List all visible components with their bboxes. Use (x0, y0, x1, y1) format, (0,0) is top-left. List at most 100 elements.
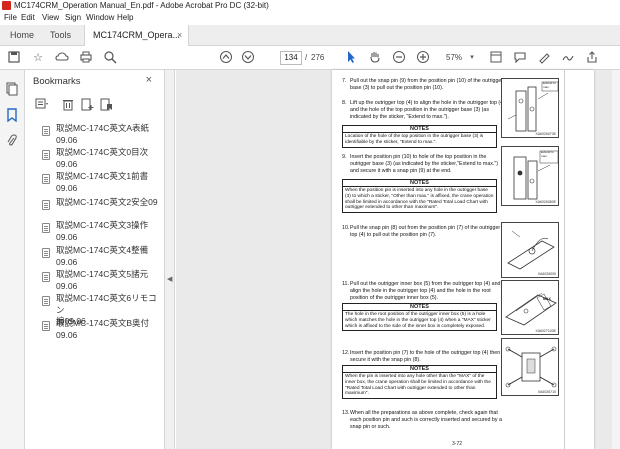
menu-file[interactable]: File (4, 11, 17, 25)
page-separator: / (305, 53, 308, 62)
bookmarks-icon[interactable] (5, 108, 19, 123)
bookmark-page-icon (42, 126, 50, 136)
page-thumbnails-icon[interactable] (5, 82, 19, 96)
document-viewport[interactable]: 7. Pull out the snap pin (9) from the po… (176, 70, 620, 449)
tab-document[interactable]: MC174CRM_Opera... (84, 25, 189, 46)
zoom-level[interactable]: 57% (446, 51, 462, 65)
step-number: 11. (342, 281, 349, 287)
tab-tools[interactable]: Tools (42, 25, 79, 46)
figure-outrigger-base: Extend to max. XA6026070E (501, 78, 559, 138)
share-icon[interactable] (584, 50, 600, 66)
figure-inner-box: MAX XA6027100E (501, 280, 559, 335)
pdf-page: 7. Pull out the snap pin (9) from the po… (332, 70, 594, 449)
figure-label: MAX (543, 297, 551, 301)
print-icon[interactable] (78, 50, 94, 66)
page-up-icon[interactable] (218, 50, 234, 66)
bookmarks-close-icon[interactable]: × (146, 74, 152, 86)
zoom-in-icon[interactable] (415, 50, 431, 66)
bookmarks-title: Bookmarks (33, 76, 81, 87)
bookmark-item[interactable]: 取説MC-174C英文B奥付 09.06 (39, 318, 161, 342)
comment-icon[interactable] (512, 50, 528, 66)
step-number: 10. (342, 225, 350, 231)
navigation-rail (0, 70, 25, 449)
step-text: Pull out the outrigger inner box (5) fro… (350, 281, 501, 301)
step-number: 9. (342, 154, 347, 160)
bookmarks-toolbar (25, 96, 165, 116)
attachments-icon[interactable] (5, 134, 19, 148)
figure-label: Extend to max. (541, 150, 554, 158)
bookmark-page-icon (42, 272, 50, 282)
bookmark-page-icon (42, 321, 50, 331)
menu-sign[interactable]: Sign (65, 11, 81, 25)
bookmark-label: 取説MC-174C英文2安全09 (56, 197, 158, 207)
new-bookmark-icon[interactable] (80, 98, 94, 112)
step-text: Lift up the outrigger top (4) to align t… (350, 100, 505, 120)
notes-heading: NOTES (343, 126, 496, 133)
step-text: Insert the position pin (7) to the hole … (350, 350, 501, 363)
bookmark-label: 取説MC-174C英文B奥付 09.06 (56, 318, 150, 340)
bookmark-item[interactable]: 取説MC-174C英文0目次 09.06 (39, 147, 161, 171)
bookmark-item[interactable]: 取説MC-174C英文3操作 09.06 (39, 220, 161, 244)
bookmark-label: 取説MC-174C英文A表紙 09.06 (56, 123, 150, 145)
toolbar: ☆ 134 / 276 57% ▾ (0, 46, 620, 70)
save-icon[interactable] (6, 50, 22, 66)
notes-box: NOTES When the pin is inserted into any … (342, 365, 497, 400)
bookmark-item[interactable]: 取説MC-174C英文2安全09 (39, 197, 161, 213)
panel-splitter[interactable]: ◀ (165, 70, 175, 449)
bookmark-page-icon (42, 174, 50, 184)
vertical-scrollbar[interactable] (612, 70, 620, 449)
menu-bar: File Edit View Sign Window Help (0, 11, 620, 25)
bookmark-label: 取説MC-174C英文0目次 09.06 (56, 147, 149, 169)
tab-home[interactable]: Home (2, 25, 42, 46)
bookmark-item[interactable]: 取説MC-174C英文6リモコン 編09.06 (39, 293, 161, 326)
figure-code: XA6027100E (535, 329, 556, 333)
step-number: 13. (342, 410, 350, 416)
acrobat-logo-icon (2, 1, 11, 10)
figure-snap-pin: XA6026090 (501, 222, 559, 278)
bookmark-item[interactable]: 取説MC-174C英文1前書 09.06 (39, 171, 161, 195)
notes-box: NOTES When the position pin is inserted … (342, 179, 497, 214)
menu-view[interactable]: View (42, 11, 59, 25)
notes-heading: NOTES (343, 180, 496, 187)
bookmark-page-icon (42, 248, 50, 258)
page-margin-line (564, 70, 565, 449)
bookmark-star-icon[interactable]: ☆ (30, 50, 46, 66)
menu-edit[interactable]: Edit (21, 11, 35, 25)
page-number-input[interactable]: 134 (280, 51, 302, 65)
menu-window[interactable]: Window (86, 11, 114, 25)
zoom-out-icon[interactable] (391, 50, 407, 66)
highlight-pen-icon[interactable] (536, 50, 552, 66)
select-cursor-icon[interactable] (343, 50, 359, 66)
collapse-panel-icon[interactable]: ◀ (167, 275, 172, 283)
step-text: Insert the position pin (10) to hole of … (350, 154, 499, 174)
menu-help[interactable]: Help (117, 11, 133, 25)
fit-page-icon[interactable] (488, 50, 504, 66)
figure-position-pin: Extend to max. XA6026080E (501, 146, 559, 206)
bookmark-options-icon[interactable] (35, 98, 49, 112)
sign-icon[interactable] (560, 50, 576, 66)
step-text: When all the preparations as above compl… (350, 410, 502, 430)
cloud-upload-icon[interactable] (54, 50, 70, 66)
zoom-dropdown-icon[interactable]: ▾ (464, 50, 480, 66)
notes-body: When the position pin is inserted into a… (345, 188, 494, 211)
tab-close-icon[interactable]: × (177, 25, 182, 46)
hand-tool-icon[interactable] (367, 50, 383, 66)
figure-code: XA6026090 (537, 272, 556, 276)
bookmark-item[interactable]: 取説MC-174C英文A表紙 09.06 (39, 123, 161, 147)
bookmarks-panel: Bookmarks × 取説MC-174C英文A表紙 09.06 取説MC-17… (25, 70, 165, 449)
bookmark-item[interactable]: 取説MC-174C英文5諸元 09.06 (39, 269, 161, 293)
bookmark-page-icon (42, 223, 50, 233)
bookmark-tag-icon[interactable] (99, 98, 113, 112)
step-number: 7. (342, 78, 347, 84)
page-down-icon[interactable] (240, 50, 256, 66)
step-number: 8. (342, 100, 347, 106)
bookmark-item[interactable]: 取説MC-174C英文4整備 09.06 (39, 245, 161, 269)
notes-box: NOTES The hole in the root position of t… (342, 303, 497, 332)
figure-code: XA6026710 (537, 390, 556, 394)
figure-code: XA6026080E (535, 200, 556, 204)
bookmark-page-icon (42, 150, 50, 160)
step-text: Pull out the snap pin (9) from the posit… (350, 78, 504, 91)
search-icon[interactable] (102, 50, 118, 66)
delete-bookmark-icon[interactable] (61, 98, 75, 112)
figure-crane-overview: XA6026710 (501, 338, 559, 396)
